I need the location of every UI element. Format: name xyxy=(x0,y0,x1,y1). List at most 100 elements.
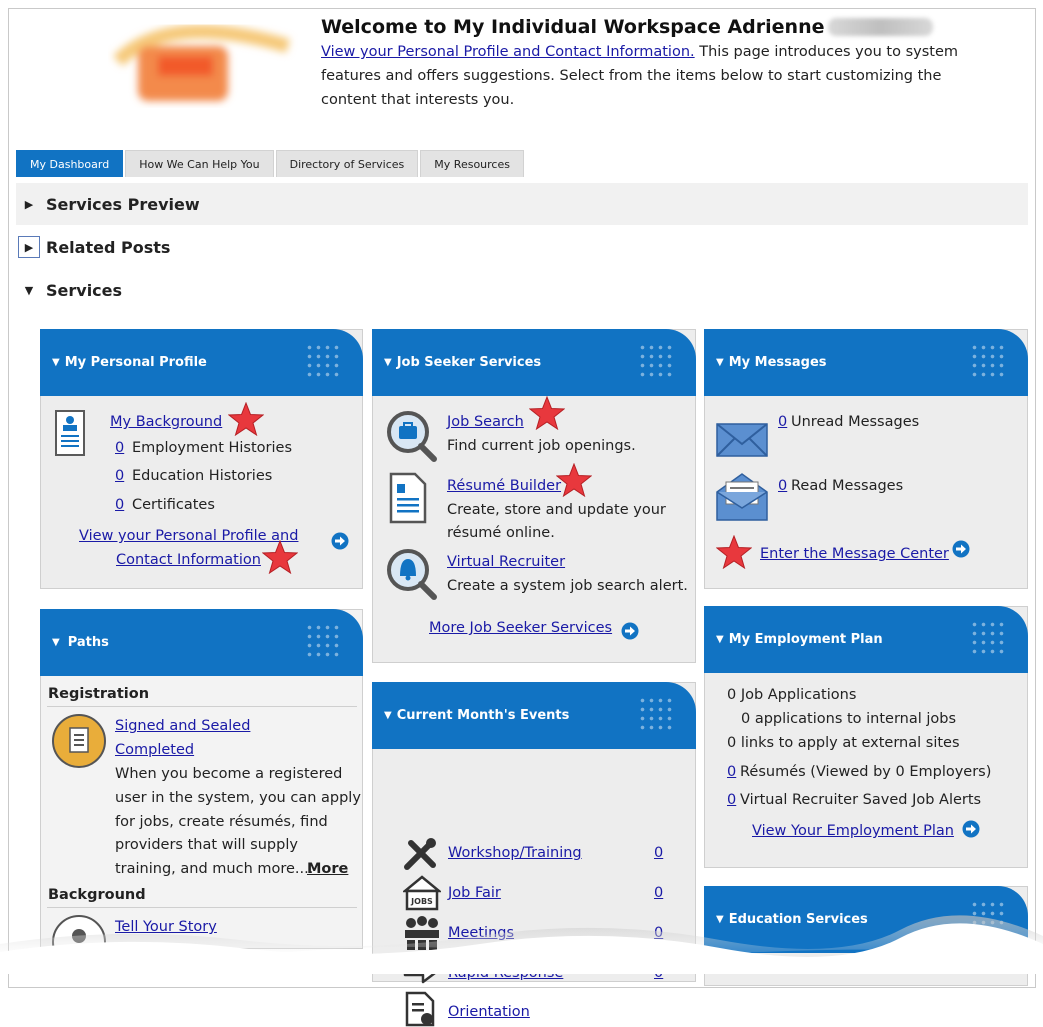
card-header[interactable]: ▼ My Personal Profile xyxy=(40,329,363,396)
alerts-label: Virtual Recruiter Saved Job Alerts xyxy=(740,792,982,808)
unread-count-link[interactable]: 0 xyxy=(778,412,787,432)
profile-document-icon xyxy=(55,410,85,456)
envelope-closed-icon xyxy=(716,423,768,457)
torn-edge-overlay xyxy=(0,915,1043,974)
caret-down-icon: ▼ xyxy=(716,357,724,368)
event-link[interactable]: Workshop/Training xyxy=(448,843,582,863)
bell-alert-icon xyxy=(387,549,437,600)
caret-down-icon: ▼ xyxy=(52,357,60,368)
card-job-seeker-services: ▼ Job Seeker Services Job Search Find cu… xyxy=(372,329,696,663)
profile-link[interactable]: View your Personal Profile and Contact I… xyxy=(321,44,695,60)
virtual-recruiter-desc: Create a system job search alert. xyxy=(447,578,688,594)
drag-handle-icon[interactable] xyxy=(970,620,1006,654)
tab-how-we-can-help[interactable]: How We Can Help You xyxy=(125,150,274,177)
certificates-count-link[interactable]: 0 xyxy=(115,495,124,515)
card-header[interactable]: ▼ Paths xyxy=(40,609,363,676)
divider xyxy=(47,706,357,707)
annotation-star-icon xyxy=(716,535,752,569)
more-job-seeker-services-link[interactable]: More Job Seeker Services xyxy=(429,618,612,638)
external-links-text: 0 links to apply at external sites xyxy=(727,735,960,751)
employment-count-link[interactable]: 0 xyxy=(115,438,124,458)
event-link[interactable]: Orientation xyxy=(448,1002,530,1022)
view-profile-link-line2[interactable]: Contact Information xyxy=(116,550,261,570)
paths-desc: user in the system, you can apply xyxy=(115,790,361,806)
drag-handle-icon[interactable] xyxy=(970,343,1006,377)
job-search-magnifier-icon xyxy=(387,411,437,462)
caret-down-icon: ▼ xyxy=(716,634,724,645)
resume-desc: Create, store and update your xyxy=(447,502,666,518)
welcome-block: Welcome to My Individual Workspace Adrie… xyxy=(321,16,961,112)
orientation-checklist-icon xyxy=(405,991,435,1027)
resume-document-icon xyxy=(389,472,427,524)
card-paths: ▼ Paths Registration Signed and Sealed C… xyxy=(40,609,363,969)
registration-badge-icon xyxy=(52,714,106,768)
read-count-link[interactable]: 0 xyxy=(778,476,787,496)
section-related-posts[interactable]: ▶ Related Posts xyxy=(16,226,1028,268)
card-header[interactable]: ▼ Current Month's Events xyxy=(372,682,696,749)
arrow-right-circle-icon[interactable] xyxy=(962,820,980,838)
resume-builder-link[interactable]: Résumé Builder xyxy=(447,476,561,496)
drag-handle-icon[interactable] xyxy=(305,343,341,377)
certificates-label: Certificates xyxy=(132,497,215,513)
unread-label: Unread Messages xyxy=(791,414,920,430)
paths-desc: providers that will supply xyxy=(115,837,298,853)
annotation-star-icon xyxy=(228,402,264,436)
event-count-link[interactable]: 0 xyxy=(654,843,663,863)
paths-desc: When you become a registered xyxy=(115,766,343,782)
arrow-right-circle-icon[interactable] xyxy=(621,622,639,640)
resumes-label: Résumés (Viewed by 0 Employers) xyxy=(740,764,992,780)
redacted-name xyxy=(828,18,934,36)
card-header[interactable]: ▼ My Employment Plan xyxy=(704,606,1028,673)
enter-message-center-link[interactable]: Enter the Message Center xyxy=(760,544,949,564)
envelope-open-icon xyxy=(716,473,768,521)
view-employment-plan-link[interactable]: View Your Employment Plan xyxy=(752,821,954,841)
card-header[interactable]: ▼ My Messages xyxy=(704,329,1028,396)
caret-down-icon: ▼ xyxy=(384,357,392,368)
read-label: Read Messages xyxy=(791,478,904,494)
registration-heading: Registration xyxy=(48,686,150,702)
tab-my-resources[interactable]: My Resources xyxy=(420,150,524,177)
welcome-title: Welcome to My Individual Workspace Adrie… xyxy=(321,16,961,38)
logo xyxy=(113,24,290,101)
alerts-count-link[interactable]: 0 xyxy=(727,790,736,810)
paths-desc: training, and much more.... xyxy=(115,861,314,877)
more-link[interactable]: More xyxy=(307,859,348,879)
arrow-right-circle-icon[interactable] xyxy=(331,532,349,550)
annotation-star-icon xyxy=(529,396,565,430)
drag-handle-icon[interactable] xyxy=(638,696,674,730)
education-label: Education Histories xyxy=(132,468,273,484)
card-my-messages: ▼ My Messages 0 Unread Messages 0 Read M… xyxy=(704,329,1028,589)
drag-handle-icon[interactable] xyxy=(305,623,341,657)
caret-right-icon: ▶ xyxy=(18,236,40,258)
resumes-count-link[interactable]: 0 xyxy=(727,762,736,782)
completed-link[interactable]: Completed xyxy=(115,740,194,760)
tab-bar: My Dashboard How We Can Help You Directo… xyxy=(16,150,524,177)
paths-desc: for jobs, create résumés, find xyxy=(115,814,328,830)
education-count-link[interactable]: 0 xyxy=(115,466,124,486)
section-services[interactable]: ▼ Services xyxy=(16,269,1028,311)
job-search-desc: Find current job openings. xyxy=(447,438,636,454)
card-personal-profile: ▼ My Personal Profile My Background 0 Em… xyxy=(40,329,363,589)
caret-down-icon: ▼ xyxy=(52,637,60,648)
section-services-preview[interactable]: ▶ Services Preview xyxy=(16,183,1028,225)
resume-desc: résumé online. xyxy=(447,525,555,541)
my-background-link[interactable]: My Background xyxy=(110,412,222,432)
tools-icon xyxy=(404,838,436,870)
welcome-intro: View your Personal Profile and Contact I… xyxy=(321,44,959,108)
caret-down-icon: ▼ xyxy=(24,283,34,297)
card-header[interactable]: ▼ Job Seeker Services xyxy=(372,329,696,396)
tab-directory-of-services[interactable]: Directory of Services xyxy=(275,150,419,177)
job-search-link[interactable]: Job Search xyxy=(447,412,524,432)
employment-label: Employment Histories xyxy=(132,440,293,456)
arrow-right-circle-icon[interactable] xyxy=(952,540,970,558)
annotation-star-icon xyxy=(556,463,592,497)
tab-my-dashboard[interactable]: My Dashboard xyxy=(16,150,124,177)
virtual-recruiter-link[interactable]: Virtual Recruiter xyxy=(447,552,565,572)
caret-down-icon: ▼ xyxy=(384,710,392,721)
job-applications-text: 0 Job Applications xyxy=(727,687,857,703)
drag-handle-icon[interactable] xyxy=(638,343,674,377)
annotation-star-icon xyxy=(262,540,298,574)
internal-apps-text: 0 applications to internal jobs xyxy=(741,711,957,727)
caret-right-icon: ▶ xyxy=(24,197,34,211)
signed-sealed-link[interactable]: Signed and Sealed xyxy=(115,716,250,736)
